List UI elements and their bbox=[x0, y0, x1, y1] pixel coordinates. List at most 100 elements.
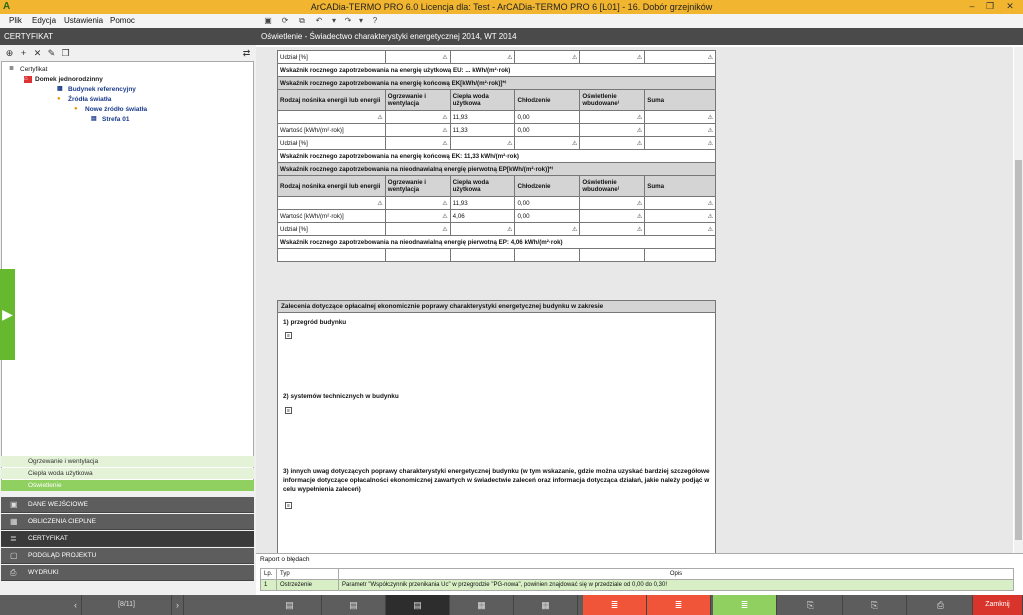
warning-icon: ⚠ bbox=[636, 114, 643, 121]
dropdown-icon[interactable]: ▾ bbox=[329, 15, 339, 26]
save-icon[interactable]: ▣ bbox=[263, 15, 273, 26]
list-button-1[interactable]: ≣ bbox=[583, 595, 647, 615]
tree-node-zrodla[interactable]: ● Źródła światła bbox=[57, 96, 111, 103]
col-rodzaj: Rodzaj nośnika energii lub energii bbox=[277, 89, 386, 111]
nav-wydruki[interactable]: ⎙ WYDRUKI bbox=[1, 565, 254, 581]
bottom-toolbar: ‹ [8/11] › ▤ ▤ ▤ ▦ ▦ ≣ ≣ ≣ ⎘ ⎘ ⎙ Zamknij bbox=[0, 595, 1023, 615]
ek-summary: Wskaźnik rocznego zapotrzebowania na ene… bbox=[277, 149, 716, 163]
zone-icon: ▤ bbox=[91, 116, 97, 122]
rec-section-3: 3) innych uwag dotyczących poprawy chara… bbox=[283, 468, 710, 493]
list-button-3[interactable]: ≣ bbox=[713, 595, 777, 615]
tree-node-budynek-ref[interactable]: ▦ Budynek referencyjny bbox=[57, 86, 136, 93]
cell-wartosc-label-2: Wartość [kWh/(m²·rok)] bbox=[277, 209, 386, 223]
cell-ek-cwu-val[interactable]: 11,33 bbox=[449, 123, 516, 137]
export-button-2[interactable]: ⎘ bbox=[843, 595, 907, 615]
new-icon[interactable]: ⊕ bbox=[4, 48, 15, 59]
left-panel-title: CERTYFIKAT bbox=[0, 28, 256, 45]
table-button-2[interactable]: ▦ bbox=[514, 595, 578, 615]
menu-edycja[interactable]: Edycja bbox=[32, 16, 56, 25]
warning-icon: ⚠ bbox=[707, 127, 713, 134]
maximize-button[interactable]: ❐ bbox=[981, 0, 999, 14]
ep-summary: Wskaźnik rocznego zapotrzebowania na nie… bbox=[277, 235, 716, 249]
col-cwu-2: Ciepła woda użytkowa bbox=[449, 175, 516, 197]
tree-node-domek[interactable]: ⌂ Domek jednorodzinny bbox=[24, 76, 103, 83]
help-icon[interactable]: ? bbox=[370, 15, 380, 26]
sub-item-ogrzewanie[interactable]: Ogrzewanie i wentylacja bbox=[1, 456, 254, 467]
doc-button-3[interactable]: ▤ bbox=[386, 595, 450, 615]
cell-ek-chl[interactable]: 0,00 bbox=[514, 110, 581, 124]
warning-icon: ⚠ bbox=[636, 140, 643, 147]
vertical-scrollbar[interactable] bbox=[1014, 47, 1023, 579]
sub-item-oswietlenie[interactable]: Oświetlenie bbox=[1, 480, 254, 491]
cell-ep-chl-val[interactable]: 0,00 bbox=[514, 209, 581, 223]
table-button-1[interactable]: ▦ bbox=[450, 595, 514, 615]
edit-icon[interactable]: ✎ bbox=[46, 48, 57, 59]
warning-icon: ⚠ bbox=[636, 226, 643, 233]
cell-ep-cwu[interactable]: 11,93 bbox=[449, 196, 516, 210]
edit-note-icon-3[interactable]: ≡ bbox=[285, 502, 292, 509]
minimize-button[interactable]: – bbox=[963, 0, 981, 14]
dropdown-icon-2[interactable]: ▾ bbox=[356, 15, 366, 26]
sub-item-cieplawoda[interactable]: Ciepła woda użytkowa bbox=[1, 468, 254, 479]
print-icon[interactable]: ⎙ bbox=[909, 595, 973, 615]
window-title: ArCADia-TERMO PRO 6.0 Licencja dla: Test… bbox=[310, 2, 713, 12]
nav-dane-wejsciowe[interactable]: ▣ DANE WEJŚCIOWE bbox=[1, 497, 254, 513]
list-button-2[interactable]: ≣ bbox=[647, 595, 711, 615]
report-row-opis: Parametr "Współczynnik przenikania Uc" w… bbox=[338, 579, 1014, 591]
delete-icon[interactable]: ✕ bbox=[32, 48, 43, 59]
report-col-opis: Opis bbox=[338, 568, 1014, 580]
edit-note-icon-2[interactable]: ≡ bbox=[285, 407, 292, 414]
menu-ustawienia[interactable]: Ustawienia bbox=[64, 16, 103, 25]
export-button-1[interactable]: ⎘ bbox=[779, 595, 843, 615]
warning-icon: ⚠ bbox=[636, 213, 643, 220]
report-row[interactable]: 1 Ostrzeżenie Parametr "Współczynnik przen… bbox=[260, 579, 1014, 591]
duplicate-icon[interactable]: ❐ bbox=[60, 48, 71, 59]
recommendations-box: Zalecenia dotyczące opłacalnej ekonomicz… bbox=[277, 300, 716, 571]
col-cwu: Ciepła woda użytkowa bbox=[449, 89, 516, 111]
nav-certyfikat[interactable]: ≣ CERTYFIKAT bbox=[1, 531, 254, 547]
certificate-icon: ≣ bbox=[9, 66, 15, 72]
scrollbar-thumb[interactable] bbox=[1015, 160, 1022, 540]
recommendations-header: Zalecenia dotyczące opłacalnej ekonomicz… bbox=[278, 301, 715, 313]
menu-pomoc[interactable]: Pomoc bbox=[110, 16, 135, 25]
menu-plik[interactable]: Plik bbox=[9, 16, 22, 25]
energy-table-top: Udział [%] ⚠ ⚠ ⚠ ⚠ ⚠ Wskaźnik rocznego zapotr… bbox=[277, 50, 716, 262]
tree-node-strefa[interactable]: ▤ Strefa 01 bbox=[91, 116, 129, 123]
warning-icon: ⚠ bbox=[707, 114, 713, 121]
left-panel: CERTYFIKAT ⊕ + ✕ ✎ ❐ ⇄ ≣ Certyfikat ⌂ Dome… bbox=[0, 28, 256, 595]
ep-table-title: Wskaźnik rocznego zapotrzebowania na nie… bbox=[277, 162, 716, 176]
main-title: Oświetlenie - Świadectwo charakterystyki… bbox=[256, 28, 1023, 45]
project-tree[interactable]: ≣ Certyfikat ⌂ Domek jednorodzinny ▦ Budyne… bbox=[1, 61, 254, 482]
redo-icon[interactable]: ↷ bbox=[343, 15, 353, 26]
tree-node-certyfikat[interactable]: ≣ Certyfikat bbox=[9, 66, 47, 73]
expand-panel-tab[interactable]: ▶ bbox=[0, 269, 15, 360]
cell-ep-cwu-val[interactable]: 4,06 bbox=[449, 209, 516, 223]
nav-podglad[interactable]: ▢ PODGLĄD PROJEKTU bbox=[1, 548, 254, 564]
refresh-icon[interactable]: ⟳ bbox=[280, 15, 290, 26]
add-icon[interactable]: + bbox=[18, 48, 29, 59]
cell-ep-chl[interactable]: 0,00 bbox=[514, 196, 581, 210]
cell-ek-cwu[interactable]: 11,93 bbox=[449, 110, 516, 124]
warning-icon: ⚠ bbox=[636, 127, 643, 134]
close-window-button[interactable]: ✕ bbox=[1001, 0, 1019, 14]
doc-button-1[interactable]: ▤ bbox=[258, 595, 322, 615]
report-row-typ: Ostrzeżenie bbox=[276, 579, 339, 591]
undo-icon[interactable]: ↶ bbox=[314, 15, 324, 26]
warning-icon: ⚠ bbox=[571, 226, 578, 233]
doc-button-2[interactable]: ▤ bbox=[322, 595, 386, 615]
col-chlodzenie: Chłodzenie bbox=[514, 89, 581, 111]
edit-note-icon-1[interactable]: ≡ bbox=[285, 332, 292, 339]
copy-icon[interactable]: ⧉ bbox=[297, 15, 307, 26]
calculation-icon: ▦ bbox=[10, 517, 18, 526]
tree-node-nowe-zrodlo[interactable]: ● Nowe źródło światła bbox=[74, 106, 147, 113]
prev-page-button[interactable]: ‹ bbox=[70, 595, 82, 615]
nav-obliczenia[interactable]: ▦ OBLICZENIA CIEPLNE bbox=[1, 514, 254, 530]
warning-icon: ⚠ bbox=[442, 226, 448, 233]
sync-icon[interactable]: ⇄ bbox=[241, 48, 252, 59]
close-button[interactable]: Zamknij bbox=[973, 595, 1023, 615]
next-page-button[interactable]: › bbox=[172, 595, 184, 615]
warning-icon: ⚠ bbox=[442, 54, 448, 61]
warning-icon: ⚠ bbox=[707, 200, 713, 207]
cell-ek-chl-val[interactable]: 0,00 bbox=[514, 123, 581, 137]
warning-icon: ⚠ bbox=[571, 140, 578, 147]
